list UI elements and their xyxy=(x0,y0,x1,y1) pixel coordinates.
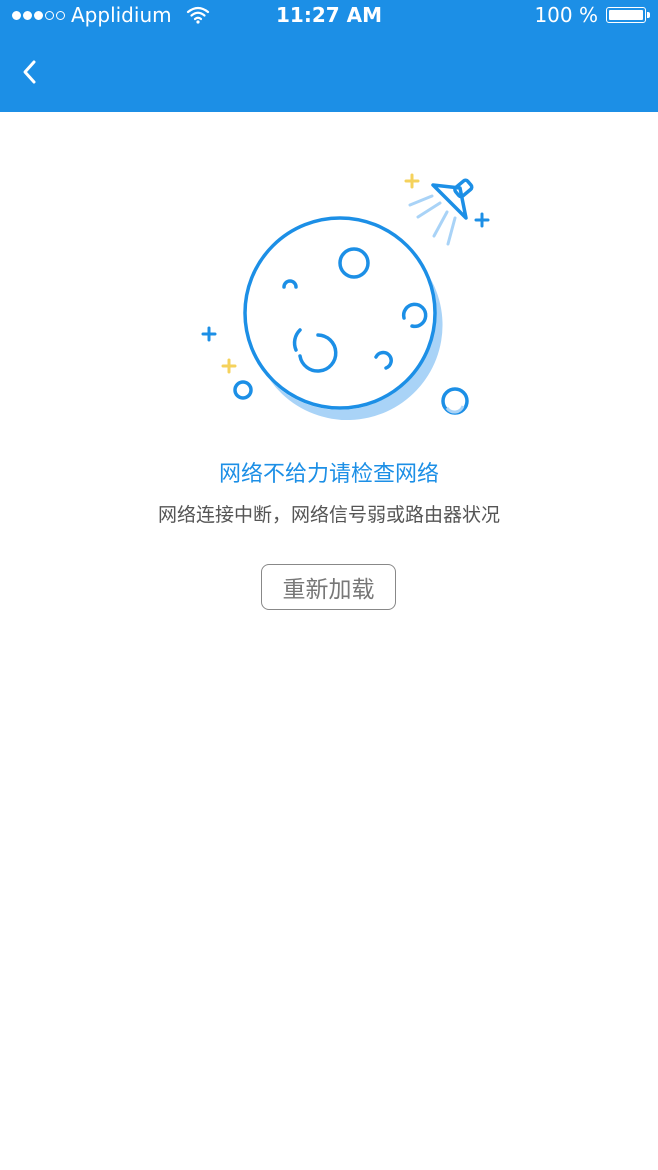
error-title: 网络不给力请检查网络 xyxy=(218,462,439,487)
back-button[interactable] xyxy=(10,52,50,92)
sparkle-icon xyxy=(404,173,420,189)
bubble-icon xyxy=(233,380,253,400)
reload-button[interactable]: 重新加载 xyxy=(261,564,396,610)
sparkle-icon xyxy=(221,358,237,374)
header-bar: Applidium 11:27 AM 100 % xyxy=(0,0,658,112)
sparkle-icon xyxy=(474,212,490,228)
battery-icon xyxy=(606,7,650,23)
status-right: 100 % xyxy=(534,3,650,27)
moon-icon xyxy=(243,216,437,410)
battery-percent: 100 % xyxy=(534,3,598,27)
sparkle-icon xyxy=(201,326,217,342)
chevron-left-icon xyxy=(23,60,36,84)
status-bar: Applidium 11:27 AM 100 % xyxy=(0,0,658,32)
flashlight-icon xyxy=(408,178,474,246)
error-subtitle: 网络连接中断，网络信号弱或路由器状况 xyxy=(157,504,500,526)
network-error-illustration xyxy=(201,173,490,421)
